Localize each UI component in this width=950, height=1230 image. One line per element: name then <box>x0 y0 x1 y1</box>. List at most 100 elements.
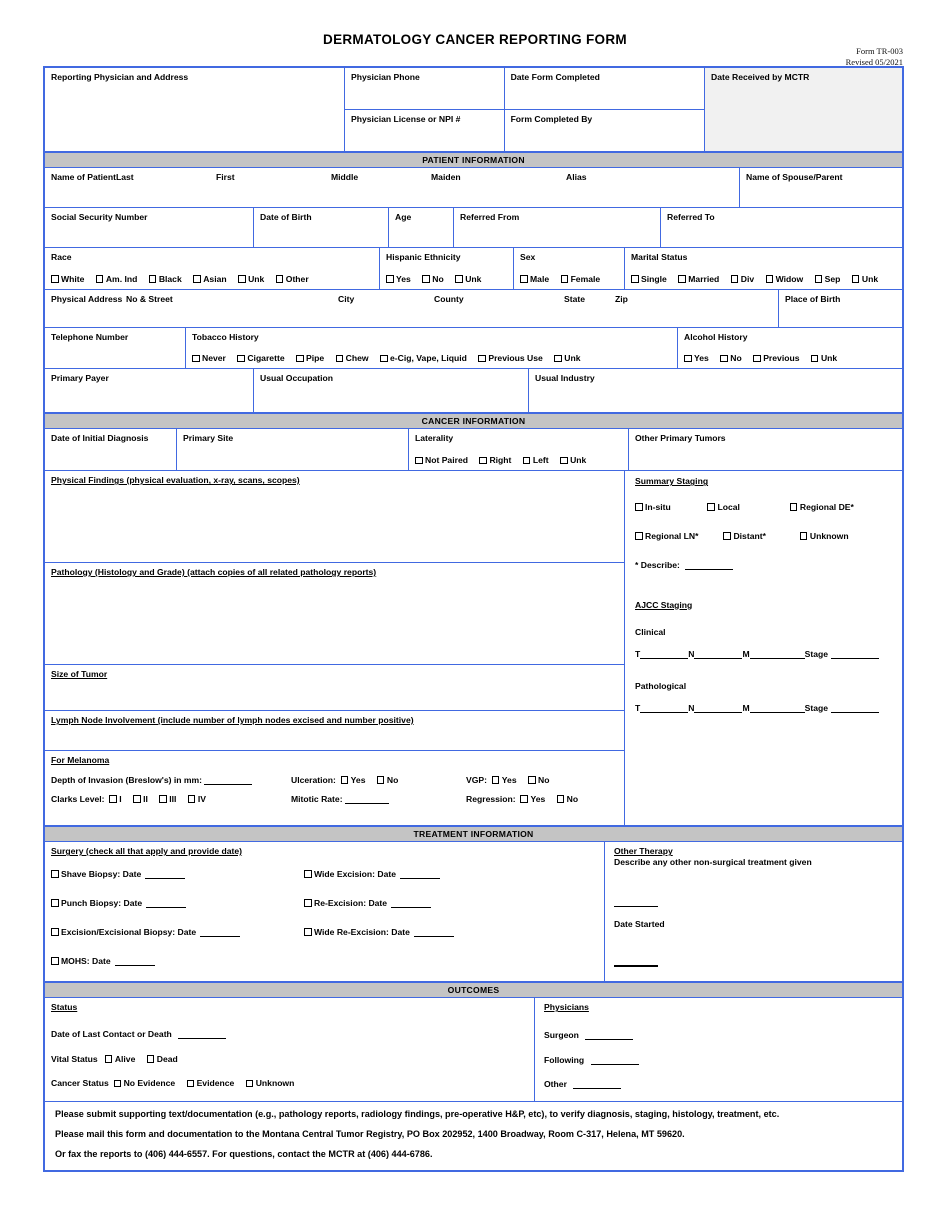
size-of-tumor-cell[interactable]: Size of Tumor <box>45 665 624 712</box>
usual-industry-cell[interactable]: Usual Industry <box>529 369 902 412</box>
checkbox-icon[interactable] <box>380 354 388 363</box>
clarks-option-i[interactable]: I <box>109 794 122 804</box>
checkbox-icon[interactable] <box>520 275 528 283</box>
checkbox-icon[interactable] <box>386 275 394 283</box>
checkbox-icon[interactable] <box>186 1079 195 1088</box>
checkbox-icon[interactable] <box>723 532 731 540</box>
clarks-option-iii[interactable]: III <box>159 794 176 804</box>
checkbox-icon[interactable] <box>720 354 728 363</box>
checkbox-icon[interactable] <box>560 456 568 465</box>
regression-option-no[interactable]: No <box>556 794 578 804</box>
staging-option-regional-de[interactable]: Regional DE* <box>789 502 854 512</box>
checkbox-icon[interactable] <box>335 354 344 363</box>
vgp-option-no[interactable]: No <box>528 775 549 785</box>
surgery-punch-biopsy[interactable]: Punch Biopsy: Date <box>51 898 304 908</box>
surgery-date-input[interactable] <box>114 964 155 966</box>
tobacco-option-unk[interactable]: Unk <box>554 353 581 363</box>
checkbox-icon[interactable] <box>104 1055 113 1063</box>
checkbox-icon[interactable] <box>148 275 157 283</box>
checkbox-icon[interactable] <box>765 275 774 283</box>
cancer-status-option-evidence[interactable]: Evidence <box>186 1078 234 1089</box>
pathological-t-input[interactable] <box>640 711 689 713</box>
alcohol-option-yes[interactable]: Yes <box>684 353 709 363</box>
race-option-black[interactable]: Black <box>148 274 182 284</box>
laterality-option-left[interactable]: Left <box>522 455 549 465</box>
staging-option-distant[interactable]: Distant* <box>723 531 795 541</box>
primary-site-cell[interactable]: Primary Site <box>177 429 409 471</box>
surgery-date-input[interactable] <box>391 906 432 908</box>
checkbox-icon[interactable] <box>799 532 808 540</box>
checkbox-icon[interactable] <box>730 275 739 283</box>
checkbox-icon[interactable] <box>556 795 565 803</box>
checkbox-icon[interactable] <box>810 354 819 363</box>
checkbox-icon[interactable] <box>851 275 860 283</box>
race-option-am-ind[interactable]: Am. Ind <box>95 274 137 284</box>
checkbox-icon[interactable] <box>159 795 167 803</box>
surgery-shave-biopsy[interactable]: Shave Biopsy: Date <box>51 869 304 879</box>
marital-option-single[interactable]: Single <box>631 274 667 284</box>
other-therapy-input[interactable] <box>614 905 658 907</box>
physical-findings-cell[interactable]: Physical Findings (physical evaluation, … <box>45 471 624 564</box>
marital-option-widow[interactable]: Widow <box>765 274 803 284</box>
marital-option-married[interactable]: Married <box>678 274 719 284</box>
place-of-birth-cell[interactable]: Place of Birth <box>779 290 902 327</box>
surgery-wide-excision[interactable]: Wide Excision: Date <box>304 869 557 879</box>
race-option-unk[interactable]: Unk <box>238 274 264 284</box>
tobacco-option-pipe[interactable]: Pipe <box>296 353 324 363</box>
checkbox-icon[interactable] <box>109 795 117 803</box>
tobacco-option-previous-use[interactable]: Previous Use <box>478 353 543 363</box>
checkbox-icon[interactable] <box>522 456 531 465</box>
checkbox-icon[interactable] <box>95 275 104 283</box>
checkbox-icon[interactable] <box>554 354 562 363</box>
checkbox-icon[interactable] <box>238 275 246 283</box>
alcohol-option-unk[interactable]: Unk <box>810 353 837 363</box>
regression-option-yes[interactable]: Yes <box>520 794 545 804</box>
pathological-stage-input[interactable] <box>831 711 880 713</box>
ulceration-option-no[interactable]: No <box>376 775 398 785</box>
checkbox-icon[interactable] <box>193 275 201 283</box>
checkbox-icon[interactable] <box>304 899 312 907</box>
checkbox-icon[interactable] <box>753 354 761 363</box>
checkbox-icon[interactable] <box>51 928 59 936</box>
checkbox-icon[interactable] <box>635 532 643 540</box>
mitotic-rate-input[interactable] <box>344 802 389 804</box>
ulceration-option-yes[interactable]: Yes <box>340 775 366 785</box>
referred-to-cell[interactable]: Referred To <box>661 208 902 247</box>
sex-option-male[interactable]: Male <box>520 274 549 284</box>
checkbox-icon[interactable] <box>376 776 385 784</box>
date-started-input[interactable] <box>614 965 658 968</box>
pathological-n-input[interactable] <box>694 711 743 713</box>
cancer-status-option-no-evidence[interactable]: No Evidence <box>113 1078 175 1089</box>
checkbox-icon[interactable] <box>304 928 312 936</box>
surgery-mohs[interactable]: MOHS: Date <box>51 956 304 966</box>
lymph-node-cell[interactable]: Lymph Node Involvement (include number o… <box>45 711 624 752</box>
checkbox-icon[interactable] <box>684 354 692 363</box>
clinical-stage-input[interactable] <box>831 658 880 660</box>
usual-occupation-cell[interactable]: Usual Occupation <box>254 369 529 413</box>
clinical-t-input[interactable] <box>640 658 689 660</box>
vital-status-option-dead[interactable]: Dead <box>146 1054 178 1065</box>
cancer-status-option-unknown[interactable]: Unknown <box>245 1078 294 1089</box>
staging-option-in-situ[interactable]: In-situ <box>635 502 703 512</box>
dob-cell[interactable]: Date of Birth <box>254 208 389 247</box>
clinical-n-input[interactable] <box>694 658 743 660</box>
marital-option-div[interactable]: Div <box>730 274 754 284</box>
other-physician-input[interactable] <box>573 1088 622 1090</box>
checkbox-icon[interactable] <box>245 1079 254 1088</box>
checkbox-icon[interactable] <box>631 275 639 283</box>
checkbox-icon[interactable] <box>275 275 284 283</box>
checkbox-icon[interactable] <box>635 503 643 511</box>
checkbox-icon[interactable] <box>192 354 200 363</box>
date-last-contact-input[interactable] <box>178 1037 227 1039</box>
hispanic-option-yes[interactable]: Yes <box>386 274 411 284</box>
race-option-asian[interactable]: Asian <box>193 274 227 284</box>
checkbox-icon[interactable] <box>789 503 798 511</box>
race-option-other[interactable]: Other <box>275 274 309 284</box>
surgery-date-input[interactable] <box>145 877 186 879</box>
checkbox-icon[interactable] <box>415 456 423 465</box>
age-cell[interactable]: Age <box>389 208 454 247</box>
pathology-cell[interactable]: Pathology (Histology and Grade) (attach … <box>45 563 624 666</box>
checkbox-icon[interactable] <box>133 795 141 803</box>
checkbox-icon[interactable] <box>491 776 500 784</box>
checkbox-icon[interactable] <box>187 795 196 803</box>
